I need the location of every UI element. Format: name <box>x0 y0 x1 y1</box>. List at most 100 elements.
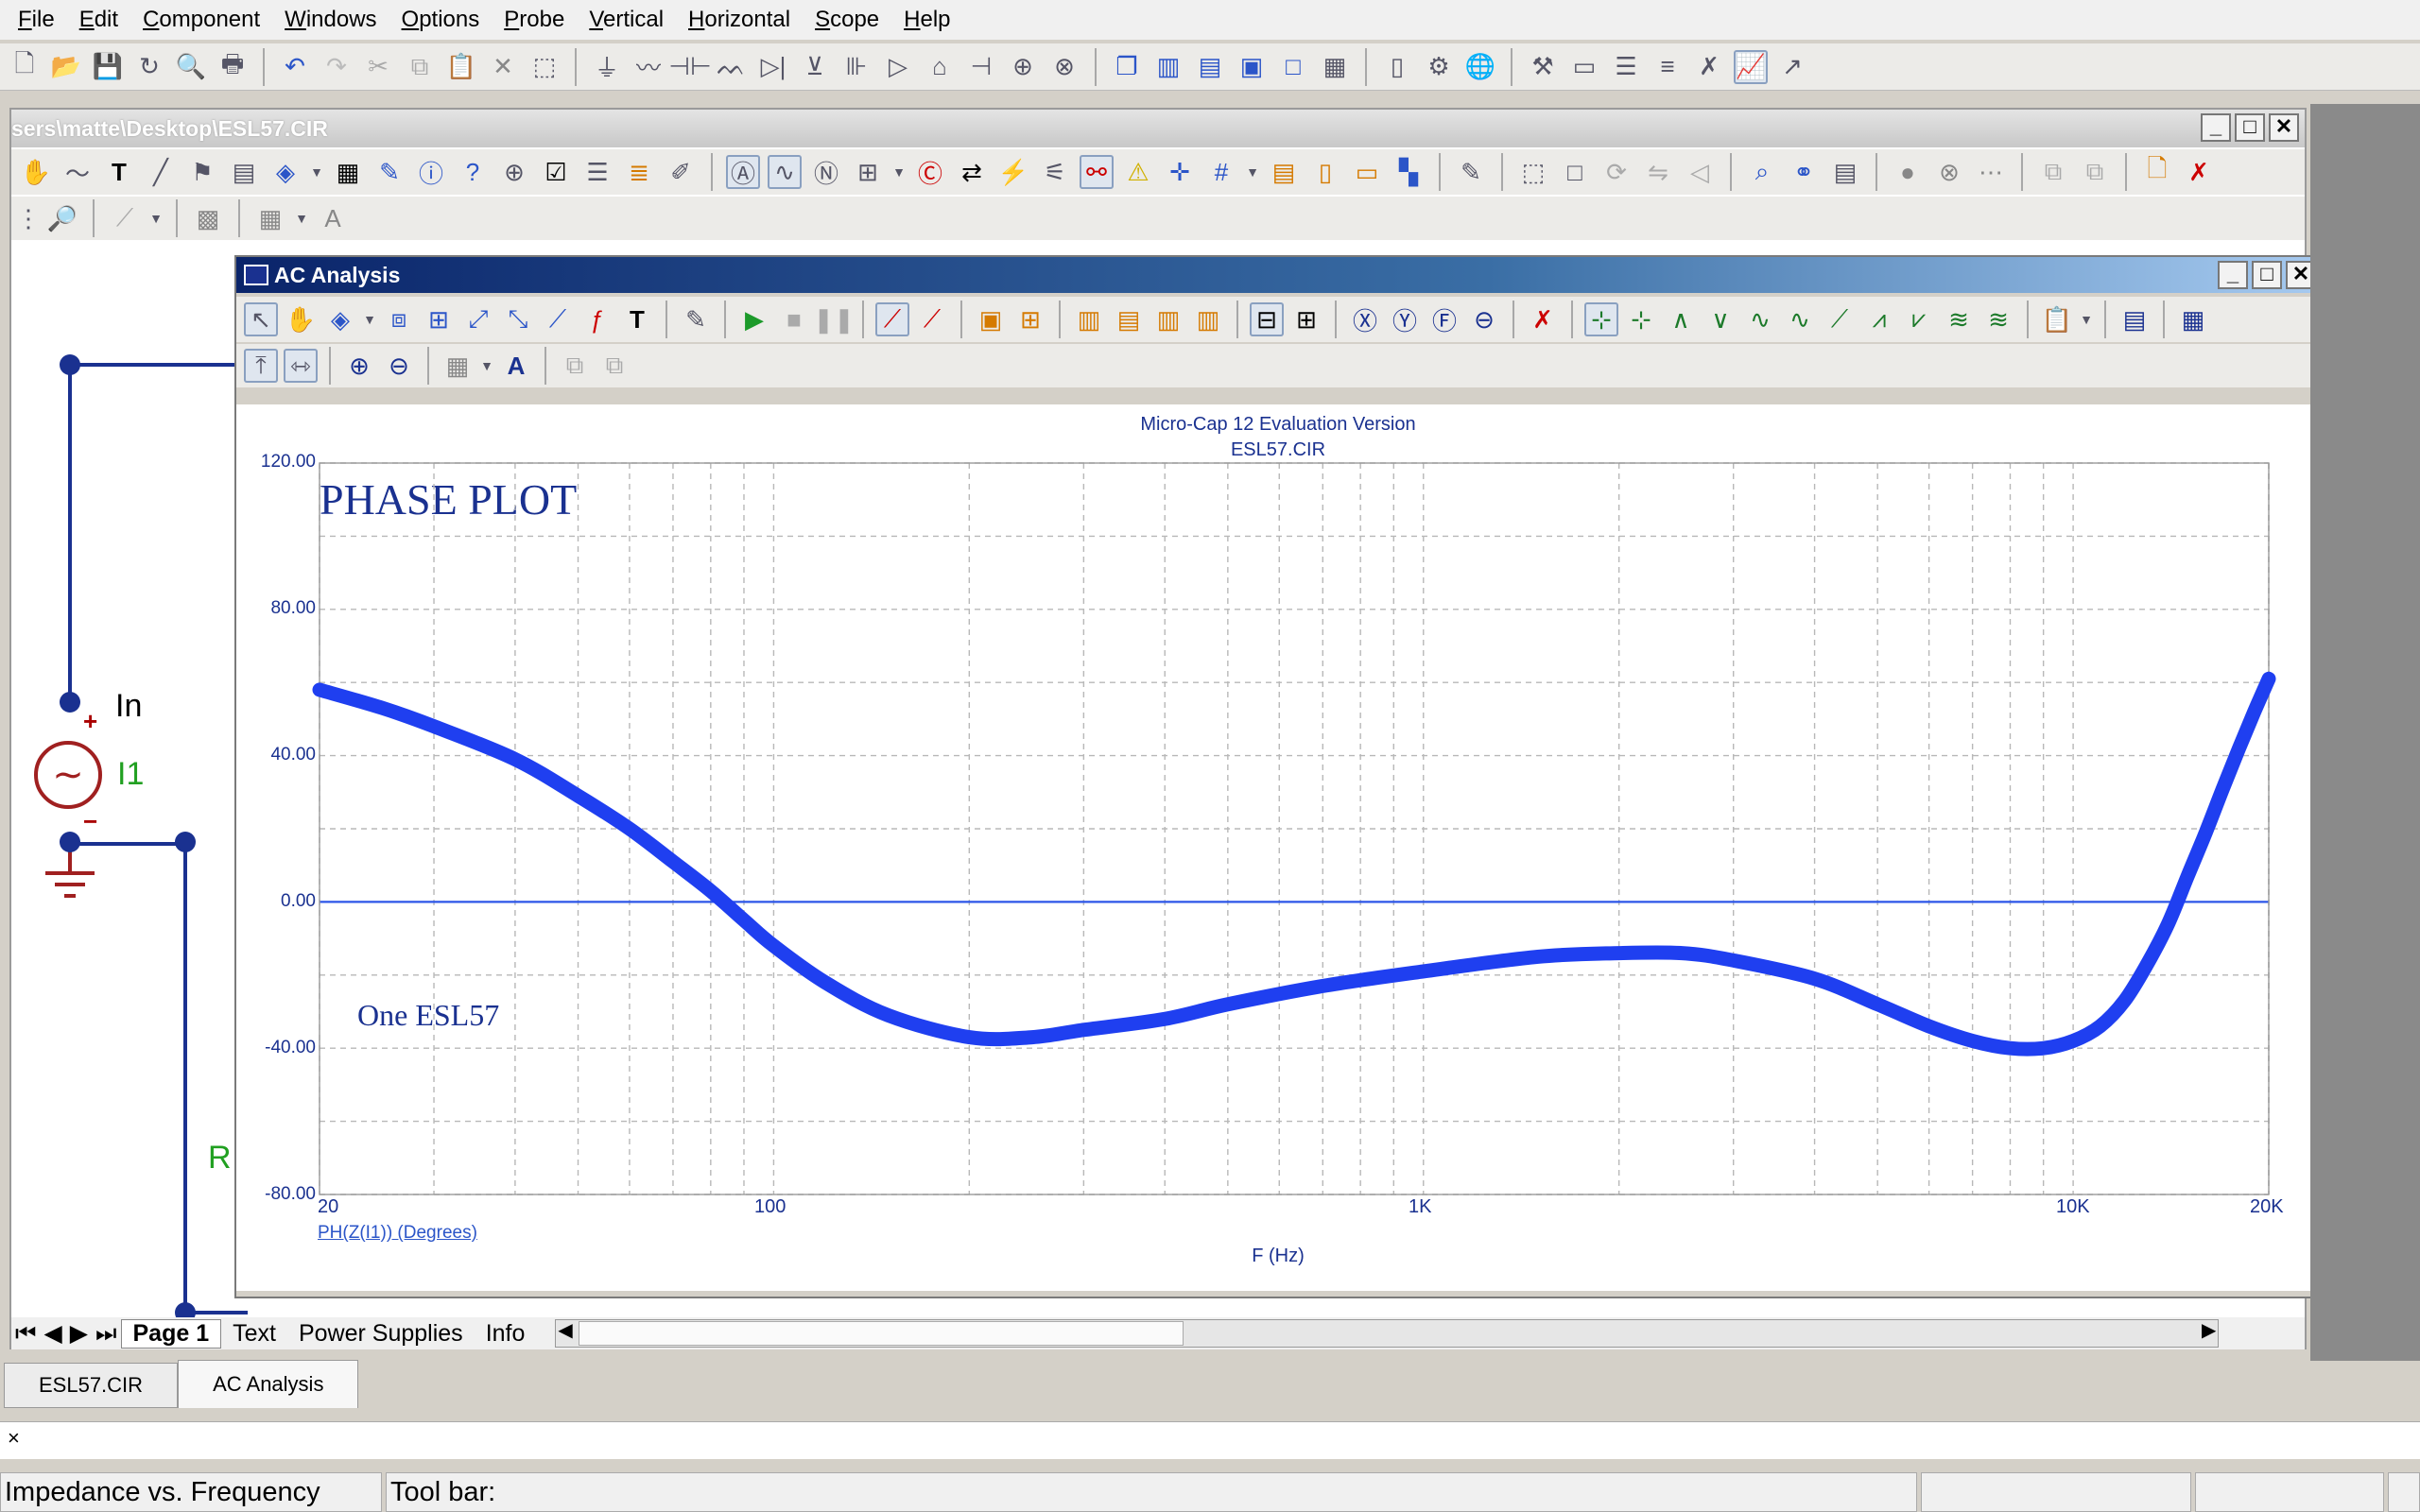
rescale-icon[interactable]: ⤢ <box>461 302 495 336</box>
text-tool-icon[interactable]: T <box>102 155 136 189</box>
plot-annotation-title[interactable]: PHASE PLOT <box>320 474 577 524</box>
tile-horizontal-icon[interactable]: ▤ <box>1193 50 1227 84</box>
text-output-icon[interactable]: ▤ <box>2118 302 2152 336</box>
cursor-low-icon[interactable]: ∨ <box>1703 302 1737 336</box>
grid-icon[interactable]: # <box>1204 155 1238 189</box>
grid-toggle-icon[interactable]: ⊞ <box>1289 302 1323 336</box>
flag-icon[interactable]: ⚑ <box>185 155 219 189</box>
show-pin-icon[interactable]: ⚯ <box>1080 155 1114 189</box>
transistor-icon[interactable]: ⊻ <box>798 50 832 84</box>
clear-cursor-icon[interactable]: ✗ <box>1526 302 1560 336</box>
cursor-prev-icon[interactable]: ⩗ <box>1902 302 1936 336</box>
grid-layout-icon[interactable]: ▦ <box>441 349 475 383</box>
first-sheet-icon[interactable]: ⏮ <box>11 1320 41 1348</box>
check-icon[interactable]: ☑ <box>539 155 573 189</box>
paste-plot-icon[interactable]: ⧉ <box>597 349 631 383</box>
components-icon[interactable]: ⚙ <box>1422 50 1456 84</box>
menu-component[interactable]: Component <box>130 0 272 40</box>
stepping-icon[interactable]: ⟋ <box>915 302 949 336</box>
menu-windows[interactable]: Windows <box>272 0 389 40</box>
tools-icon[interactable]: ✗ <box>1692 50 1726 84</box>
doc-tab-ac-analysis[interactable]: AC Analysis <box>178 1360 359 1408</box>
new-icon[interactable]: 🗋 <box>8 49 42 84</box>
stop-icon[interactable]: ■ <box>777 302 811 336</box>
opamp-icon[interactable]: ▷ <box>881 50 915 84</box>
run-icon[interactable]: ▶ <box>737 302 771 336</box>
vertical-rescale-icon[interactable]: ⤡ <box>501 302 535 336</box>
pin-names-icon[interactable]: Ⓝ <box>809 155 843 189</box>
empty-box-icon[interactable]: □ <box>1558 155 1592 189</box>
delete-page-icon[interactable]: ✗ <box>2182 155 2216 189</box>
window-icon[interactable]: ▣ <box>1235 50 1269 84</box>
analysis-window-titlebar[interactable]: AC Analysis _ □ ✕ <box>236 257 2322 293</box>
cursor-next-icon[interactable]: ⩘ <box>1862 302 1896 336</box>
copy-page-icon[interactable]: ⧉ <box>2036 155 2070 189</box>
revert-icon[interactable]: ↻ <box>132 50 166 84</box>
power-icon[interactable]: ⚡ <box>996 155 1030 189</box>
cursor-high-icon[interactable]: ∧ <box>1664 302 1698 336</box>
auto-scale-icon[interactable]: ⟋ <box>541 302 575 336</box>
cursor-inflection-icon[interactable]: ∿ <box>1743 302 1777 336</box>
tile-vertical-icon[interactable]: ▥ <box>1151 50 1185 84</box>
condition-icon[interactable]: ⚟ <box>1038 155 1072 189</box>
cursor-valley-icon[interactable]: ⊹ <box>1624 302 1658 336</box>
dropdown-arrow-icon[interactable]: ▼ <box>2080 302 2093 336</box>
tab-power-supplies[interactable]: Power Supplies <box>287 1320 475 1348</box>
cursor-top-icon[interactable]: ≋ <box>1981 302 2015 336</box>
cancel-circle-icon[interactable]: ⊗ <box>1932 155 1966 189</box>
font-icon[interactable]: A <box>316 201 350 235</box>
dropdown-arrow-icon[interactable]: ▼ <box>1246 155 1259 189</box>
scroll-right-icon[interactable]: ▶ <box>2202 1318 2216 1342</box>
capacitor-icon[interactable]: ⊣⊢ <box>668 50 711 84</box>
menu-options[interactable]: Options <box>389 0 493 40</box>
node-voltages-icon[interactable]: ∿ <box>768 155 802 189</box>
current-icon[interactable]: Ⓒ <box>913 155 947 189</box>
cursor-bottom-icon[interactable]: ≋ <box>1942 302 1976 336</box>
layout-4-icon[interactable]: ▥ <box>1191 302 1225 336</box>
fit-horizontal-icon[interactable]: ⇿ <box>284 349 318 383</box>
dropdown-arrow-icon[interactable]: ▼ <box>295 201 308 235</box>
undo-icon[interactable]: ↶ <box>278 50 312 84</box>
layout-1-icon[interactable]: ▥ <box>1072 302 1106 336</box>
voltage-source-icon[interactable]: ⊕ <box>1006 50 1040 84</box>
node-numbers-icon[interactable]: Ⓐ <box>726 155 760 189</box>
plot-properties-icon[interactable]: ≡ <box>1651 50 1685 84</box>
stop-circle-icon[interactable]: ● <box>1891 155 1925 189</box>
analysis-restore-button[interactable]: □ <box>2252 261 2282 289</box>
pause-icon[interactable]: ❚❚ <box>813 302 855 336</box>
menu-horizontal[interactable]: Horizontal <box>676 0 803 40</box>
globe-icon[interactable]: 🌐 <box>1463 50 1497 84</box>
graph-icon[interactable]: ⊞ <box>422 302 456 336</box>
cursor-peak-icon[interactable]: ⊹ <box>1584 302 1618 336</box>
tab-info[interactable]: Info <box>475 1320 537 1348</box>
tab-page-1[interactable]: Page 1 <box>120 1318 222 1349</box>
scrollbar-thumb[interactable] <box>579 1321 1184 1346</box>
draw-line-icon[interactable]: ╱ <box>144 155 178 189</box>
list-check-icon[interactable]: ☰ <box>580 155 614 189</box>
zoom-out-icon[interactable]: ⊖ <box>382 349 416 383</box>
pen-icon[interactable]: ✎ <box>372 155 406 189</box>
resistor-icon[interactable]: 〰 <box>631 50 666 84</box>
dropdown-arrow-icon[interactable]: ▼ <box>310 155 323 189</box>
hand-icon[interactable]: ✋ <box>19 155 53 189</box>
delete-icon[interactable]: ✕ <box>486 50 520 84</box>
bars-icon[interactable]: ≣ <box>622 155 656 189</box>
plot-annotation-label[interactable]: One ESL57 <box>357 998 499 1033</box>
shapes-icon[interactable]: ◈ <box>268 155 302 189</box>
redo-icon[interactable]: ↷ <box>320 50 354 84</box>
dropdown-arrow-icon[interactable]: ▼ <box>363 302 376 336</box>
probe-point-icon[interactable]: ⊗ <box>1047 50 1081 84</box>
step-icon[interactable]: ⟋ <box>875 302 909 336</box>
pan-icon[interactable]: ✋ <box>284 302 318 336</box>
edit-list-icon[interactable]: ✐ <box>664 155 698 189</box>
schematic-window-titlebar[interactable]: sers\matte\Desktop\ESL57.CIR _ □ ✕ <box>11 110 2305 147</box>
grid-layout-icon[interactable]: ▦ <box>253 201 287 235</box>
last-sheet-icon[interactable]: ⏭ <box>92 1320 121 1348</box>
output-window-icon[interactable]: ▭ <box>1567 50 1601 84</box>
command-line[interactable]: × <box>0 1421 2420 1459</box>
copy-icon[interactable]: ⧉ <box>403 50 437 84</box>
next-sheet-icon[interactable]: ▶ <box>66 1319 92 1348</box>
horizontal-axis-icon[interactable]: ⊟ <box>1250 302 1284 336</box>
paste-icon[interactable]: 📋 <box>444 50 478 84</box>
numeric-output-icon[interactable]: ⊞ <box>1013 302 1047 336</box>
